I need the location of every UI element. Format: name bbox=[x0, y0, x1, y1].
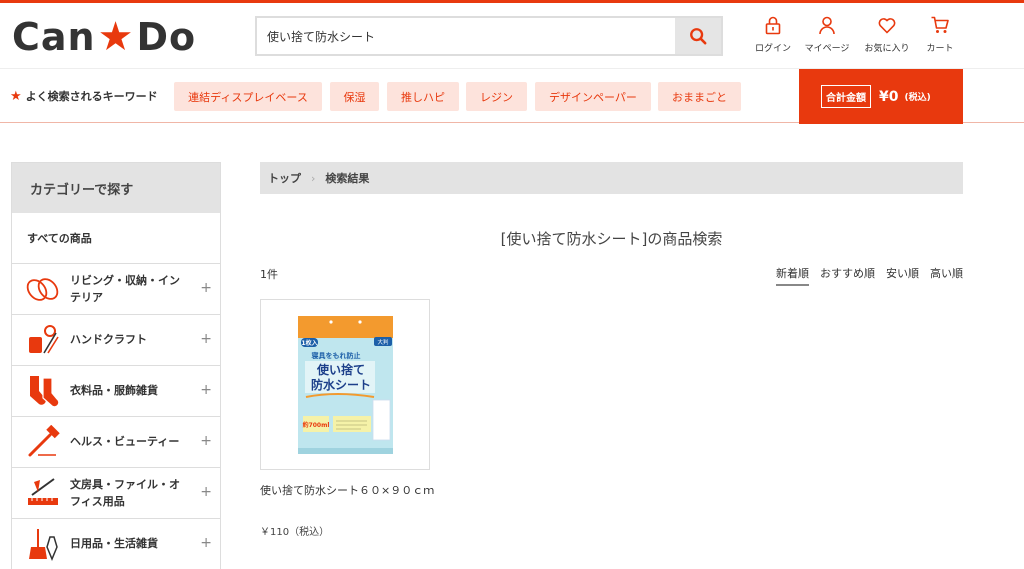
login-link[interactable]: ログイン bbox=[743, 15, 803, 54]
craft-tools-icon bbox=[26, 323, 60, 357]
stationery-icon bbox=[26, 476, 60, 510]
search-box bbox=[255, 16, 723, 56]
expand-plus-icon[interactable]: + bbox=[200, 484, 212, 500]
sidebar-item-clothing[interactable]: 衣料品・服飾雑貨 + bbox=[12, 366, 220, 417]
sidebar-item-handcraft[interactable]: ハンドクラフト + bbox=[12, 315, 220, 366]
search-input[interactable] bbox=[257, 18, 677, 54]
mypage-link[interactable]: マイページ bbox=[797, 15, 857, 54]
socks-icon bbox=[26, 374, 60, 408]
cart-total-amount: ¥0 bbox=[879, 88, 899, 105]
svg-text:使い捨て: 使い捨て bbox=[316, 362, 365, 377]
sort-options: 新着順 おすすめ順 安い順 高い順 bbox=[776, 265, 963, 286]
cart-link[interactable]: カート bbox=[910, 15, 970, 54]
razor-icon bbox=[26, 425, 60, 459]
expand-plus-icon[interactable]: + bbox=[200, 331, 212, 347]
breadcrumb: トップ › 検索結果 bbox=[260, 162, 963, 194]
page-title: [使い捨て防水シート]の商品検索 bbox=[500, 230, 723, 248]
star-icon: ★ bbox=[10, 88, 22, 104]
svg-text:防水シート: 防水シート bbox=[311, 377, 371, 392]
svg-text:寝具をもれ防止: 寝具をもれ防止 bbox=[312, 351, 361, 360]
product-price: ￥110（税込） bbox=[260, 527, 330, 538]
product-name[interactable]: 使い捨て防水シート６０×９０ｃｍ bbox=[260, 481, 435, 500]
cart-icon bbox=[931, 16, 949, 33]
keyword-chip[interactable]: レジン bbox=[466, 82, 527, 111]
keyword-chip[interactable]: 連結ディスプレイベース bbox=[174, 82, 322, 111]
sidebar-item-daily-goods[interactable]: 日用品・生活雑貨 + bbox=[12, 519, 220, 569]
lock-icon bbox=[765, 16, 781, 35]
sort-newest[interactable]: 新着順 bbox=[776, 265, 809, 286]
result-count: 1件 bbox=[260, 268, 278, 281]
search-icon bbox=[690, 28, 707, 45]
breadcrumb-home[interactable]: トップ bbox=[268, 170, 301, 186]
product-image: 1枚入 大判 寝具をもれ防止 使い捨て 防水シート 約700ml bbox=[298, 316, 393, 454]
svg-text:1枚入: 1枚入 bbox=[301, 339, 317, 347]
cando-logo[interactable]: Can ★ Do bbox=[12, 15, 196, 59]
keyword-chip[interactable]: 推しハピ bbox=[387, 82, 459, 111]
logo-star-icon: ★ bbox=[97, 14, 135, 60]
sort-price-high[interactable]: 高い順 bbox=[930, 265, 963, 286]
sort-price-low[interactable]: 安い順 bbox=[886, 265, 919, 286]
sidebar-item-all[interactable]: すべての商品 bbox=[12, 213, 220, 264]
expand-plus-icon[interactable]: + bbox=[200, 535, 212, 551]
breadcrumb-separator-icon: › bbox=[311, 171, 316, 185]
search-button[interactable] bbox=[675, 18, 721, 54]
heart-icon bbox=[878, 18, 896, 34]
broom-icon bbox=[26, 527, 60, 561]
keyword-title: ★ よく検索されるキーワード bbox=[10, 88, 158, 104]
slippers-icon bbox=[26, 272, 60, 306]
sidebar-item-health-beauty[interactable]: ヘルス・ビューティー + bbox=[12, 417, 220, 468]
cart-total-label: 合計金額 bbox=[821, 85, 871, 108]
sort-recommended[interactable]: おすすめ順 bbox=[820, 265, 875, 286]
svg-text:大判: 大判 bbox=[377, 338, 388, 346]
cart-total-tax: (税込) bbox=[904, 93, 931, 103]
expand-plus-icon[interactable]: + bbox=[200, 280, 212, 296]
product-card[interactable]: 1枚入 大判 寝具をもれ防止 使い捨て 防水シート 約700ml bbox=[260, 299, 430, 470]
sidebar-item-stationery[interactable]: 文房具・ファイル・オフィス用品 + bbox=[12, 468, 220, 519]
expand-plus-icon[interactable]: + bbox=[200, 382, 212, 398]
expand-plus-icon[interactable]: + bbox=[200, 433, 212, 449]
sidebar-title: カテゴリーで探す bbox=[12, 163, 220, 213]
svg-text:約700ml: 約700ml bbox=[303, 421, 330, 429]
category-sidebar: カテゴリーで探す すべての商品 リビング・収納・インテリア + ハンドクラフト … bbox=[11, 162, 221, 569]
keyword-chip[interactable]: デザインペーパー bbox=[535, 82, 651, 111]
cart-total[interactable]: 合計金額 ¥0 (税込) bbox=[799, 69, 963, 124]
breadcrumb-current: 検索結果 bbox=[325, 172, 370, 185]
site-header: Can★Do ログイン マイページ お気に入り bbox=[0, 3, 1024, 68]
user-icon bbox=[819, 16, 835, 35]
keyword-bar: ★ よく検索されるキーワード 連結ディスプレイベース 保湿 推しハピ レジン デ… bbox=[0, 68, 1024, 124]
sidebar-item-living[interactable]: リビング・収納・インテリア + bbox=[12, 264, 220, 315]
keyword-chip[interactable]: 保湿 bbox=[330, 82, 379, 111]
keyword-chip[interactable]: おままごと bbox=[658, 82, 741, 111]
favorites-link[interactable]: お気に入り bbox=[857, 15, 917, 54]
